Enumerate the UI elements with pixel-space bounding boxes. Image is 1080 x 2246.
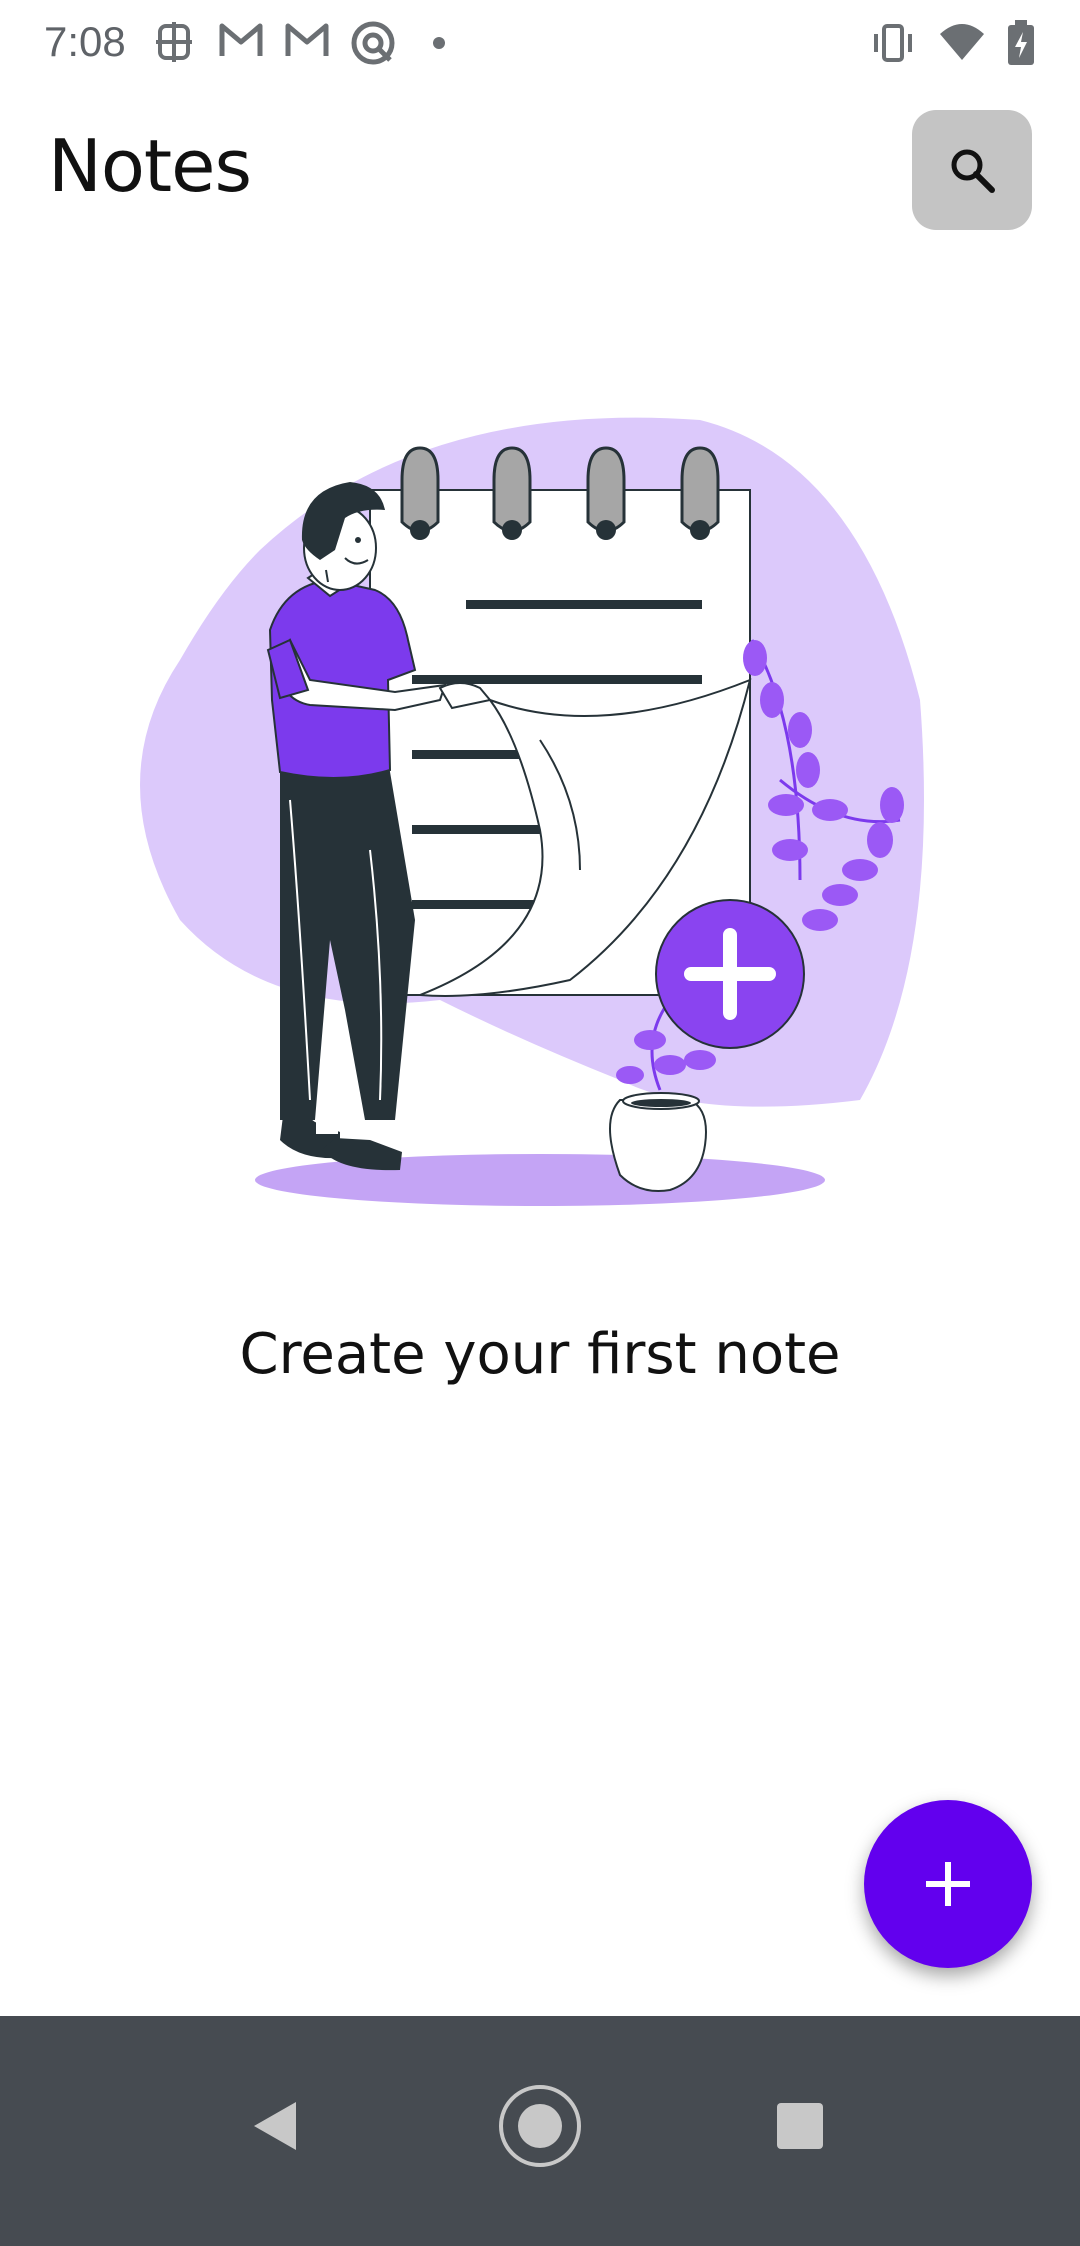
gmail-icon [219, 23, 263, 56]
dot-icon [433, 37, 445, 49]
back-button[interactable] [216, 2066, 336, 2186]
battery-charging-icon [1008, 20, 1034, 65]
empty-state-message: Create your first note [239, 1322, 841, 1387]
add-note-button[interactable] [864, 1800, 1032, 1968]
plus-icon [926, 1862, 970, 1906]
recents-icon [777, 2103, 823, 2149]
system-navigation-bar [0, 2016, 1080, 2246]
page-title: Notes [48, 124, 252, 208]
home-button[interactable] [480, 2066, 600, 2186]
search-icon [951, 149, 995, 193]
status-icons-right [870, 20, 1050, 66]
home-icon [499, 2085, 581, 2167]
vibrate-icon [874, 24, 912, 62]
at-sign-icon [351, 21, 395, 65]
gmail-icon-2 [285, 23, 329, 56]
grid-notification-icon [156, 22, 192, 62]
person-with-notepad-illustration [140, 417, 924, 1206]
back-icon [254, 2102, 296, 2150]
recents-button[interactable] [740, 2066, 860, 2186]
plus-bubble [655, 899, 805, 1049]
search-button[interactable] [912, 110, 1032, 230]
wifi-icon [940, 24, 984, 60]
status-time: 7:08 [44, 18, 126, 65]
notes-screen: 7:08 Notes Create your first note [0, 0, 1080, 2246]
status-bar: 7:08 [0, 0, 1080, 86]
